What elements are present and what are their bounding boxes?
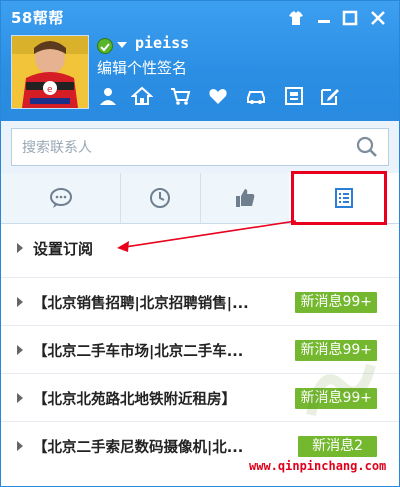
list-icon: [335, 188, 353, 208]
tab-messages[interactable]: [1, 173, 121, 223]
car-icon[interactable]: [245, 85, 267, 107]
expand-arrow-icon: [17, 441, 23, 451]
minimize-icon[interactable]: [315, 9, 333, 27]
chat-bubble-icon: [49, 188, 72, 208]
new-message-badge: 新消息2: [298, 436, 377, 457]
online-status-icon[interactable]: [97, 38, 113, 54]
search-input[interactable]: [20, 129, 344, 167]
home-icon[interactable]: [131, 85, 153, 107]
clock-icon: [150, 188, 170, 208]
avatar[interactable]: e: [11, 35, 89, 109]
tab-likes[interactable]: [200, 173, 290, 223]
expand-arrow-icon: [17, 243, 23, 253]
list-item[interactable]: 【北京二手车市场|北京二手车... 新消息99+: [1, 325, 399, 374]
search-box: [11, 128, 389, 167]
expand-arrow-icon: [17, 393, 23, 403]
user-icon[interactable]: [97, 85, 119, 107]
username: pieiss: [135, 34, 190, 52]
expand-arrow-icon: [17, 297, 23, 307]
new-message-badge: 新消息99+: [295, 292, 377, 313]
new-message-badge: 新消息99+: [295, 388, 377, 409]
expand-arrow-icon: [17, 345, 23, 355]
cart-icon[interactable]: [169, 85, 191, 107]
subscription-title: 【北京二手索尼数码摄像机|北...: [33, 440, 244, 456]
subscription-title: 【北京销售招聘|北京招聘销售|...: [33, 296, 249, 312]
svg-text:e: e: [47, 85, 53, 95]
list-item[interactable]: 【北京北苑路北地铁附近租房】 新消息99+: [1, 373, 399, 422]
close-icon[interactable]: [369, 9, 387, 27]
new-message-badge: 新消息99+: [295, 340, 377, 361]
setup-subscription-label: 设置订阅: [33, 240, 94, 258]
header-bar: 58帮帮 e pieiss 编辑个性签名: [1, 1, 399, 121]
thumbs-up-icon: [235, 189, 254, 207]
signature-edit[interactable]: 编辑个性签名: [97, 57, 187, 78]
app-window: 58帮帮 e pieiss 编辑个性签名 搜索联系人 设置订阅 【北京销售招聘|…: [0, 0, 400, 487]
status-dropdown-icon[interactable]: [117, 42, 127, 48]
shirt-icon[interactable]: [287, 9, 305, 27]
heart-icon[interactable]: [207, 85, 229, 107]
subscription-title: 【北京北苑路北地铁附近租房】: [33, 392, 236, 408]
edit-icon[interactable]: [319, 85, 341, 107]
watermark-text: www.qinpinchang.com: [249, 459, 387, 473]
search-icon[interactable]: [356, 136, 378, 158]
tab-subscriptions[interactable]: [289, 173, 399, 223]
maximize-icon[interactable]: [341, 9, 359, 27]
list-item[interactable]: 【北京销售招聘|北京招聘销售|... 新消息99+: [1, 277, 399, 326]
app-title: 58帮帮: [11, 9, 64, 27]
grid-icon[interactable]: [283, 85, 305, 107]
tab-bar: [1, 173, 399, 224]
tab-recent[interactable]: [120, 173, 201, 223]
setup-subscription-row[interactable]: 设置订阅: [1, 229, 399, 267]
subscription-title: 【北京二手车市场|北京二手车...: [33, 344, 244, 360]
